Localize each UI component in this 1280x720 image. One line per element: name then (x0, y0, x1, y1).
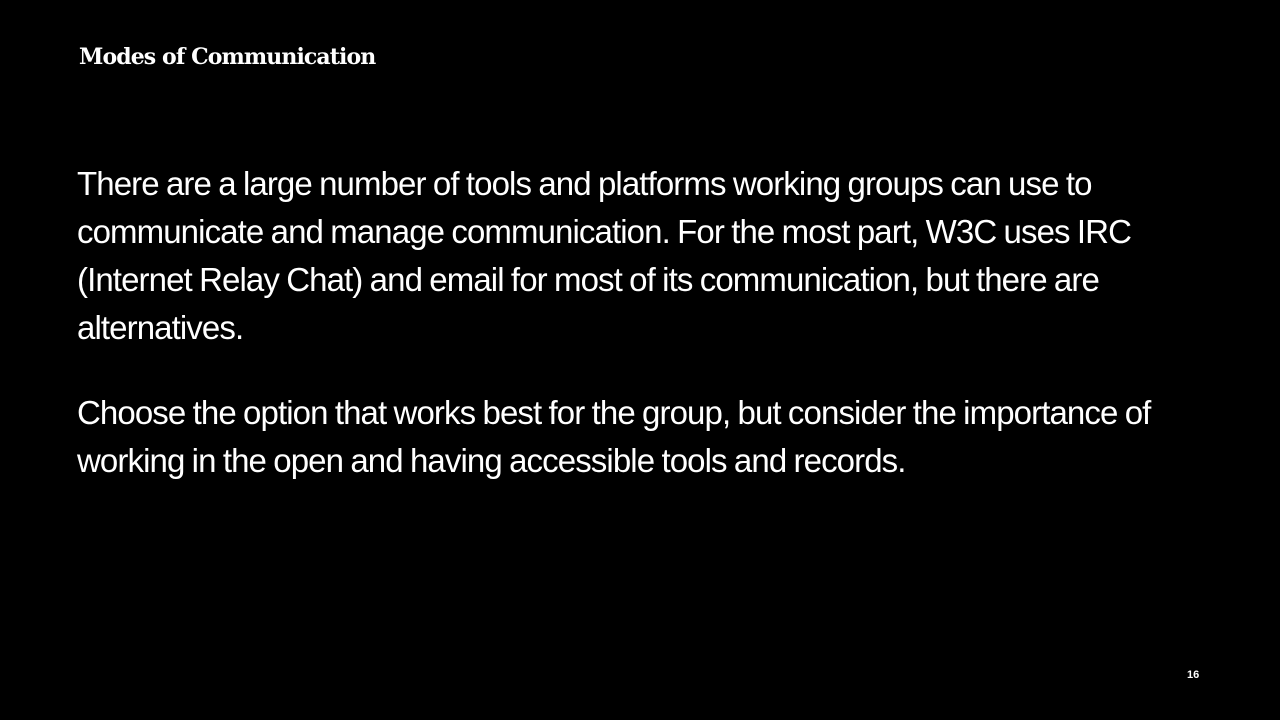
page-number: 16 (1187, 669, 1200, 681)
body-paragraph-1: There are a large number of tools and pl… (77, 165, 1132, 346)
body-paragraph-2: Choose the option that works best for th… (77, 394, 1151, 479)
slide-body: There are a large number of tools and pl… (77, 160, 1187, 522)
slide-title: Modes of Communication (79, 44, 376, 70)
slide: Modes of Communication There are a large… (0, 0, 1280, 720)
